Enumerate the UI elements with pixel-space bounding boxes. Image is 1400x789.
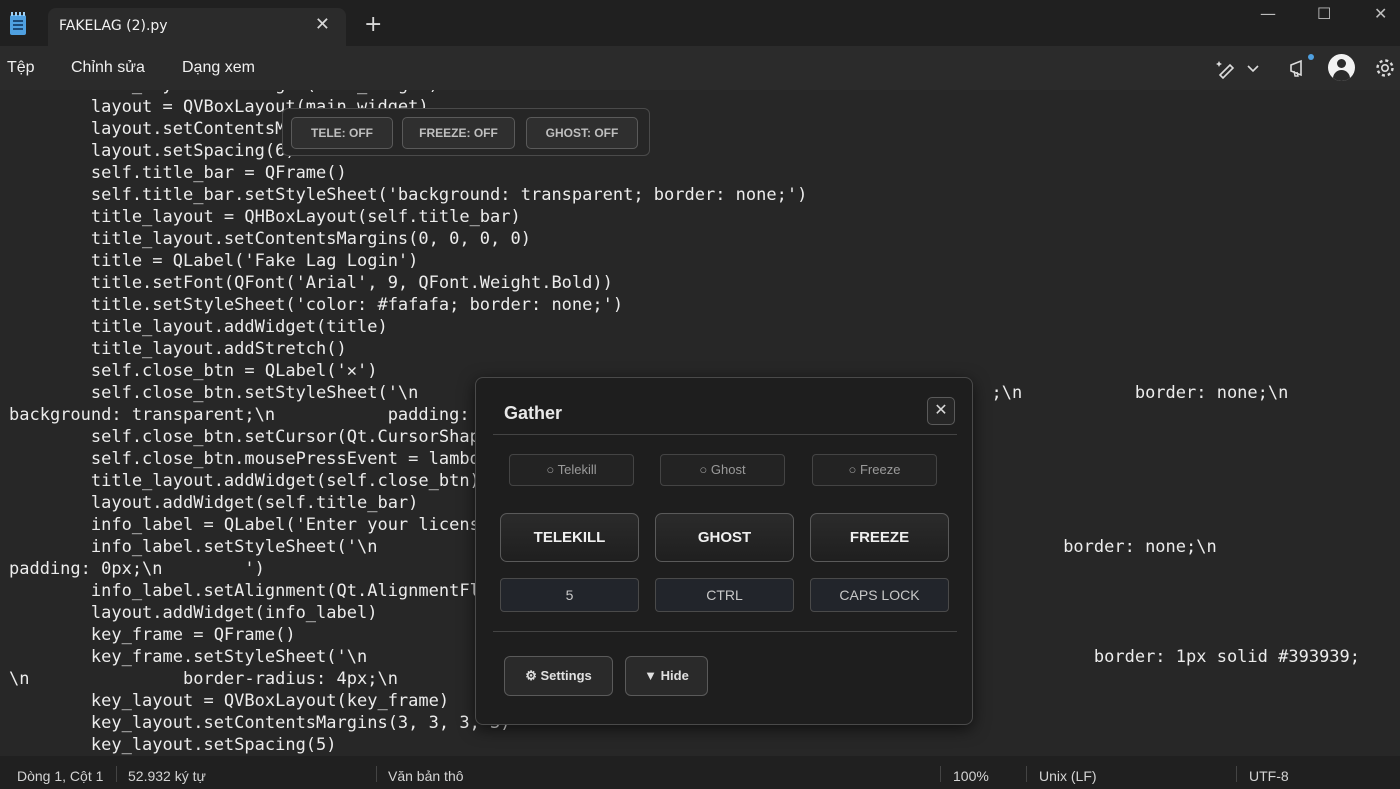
status-zoom[interactable]: 100% [953, 768, 989, 784]
status-toggle-overlay: TELE: OFF FREEZE: OFF GHOST: OFF [282, 108, 650, 156]
gather-title: Gather [504, 403, 563, 423]
status-divider [940, 766, 941, 782]
divider [493, 631, 957, 632]
status-divider [116, 766, 117, 782]
status-line-ending[interactable]: Unix (LF) [1039, 768, 1097, 784]
window-close-icon[interactable]: ✕ [1374, 4, 1387, 24]
code-line: title_layout.addStretch() [9, 339, 347, 359]
menu-bar: Tệp Chỉnh sửa Dạng xem [0, 46, 1400, 90]
minimize-icon[interactable]: — [1260, 4, 1276, 24]
code-line: title.setFont(QFont('Arial', 9, QFont.We… [9, 273, 613, 293]
divider [493, 434, 957, 435]
code-line: self.title_bar.setStyleSheet('background… [9, 185, 808, 205]
status-char-count: 52.932 ký tự [128, 768, 206, 784]
status-encoding[interactable]: UTF-8 [1249, 768, 1289, 784]
hide-button[interactable]: ▼ Hide [625, 656, 708, 696]
code-line: key_layout.setSpacing(5) [9, 735, 337, 755]
megaphone-icon[interactable] [1288, 57, 1310, 79]
maximize-icon[interactable]: ☐ [1317, 4, 1331, 24]
code-line: title_layout.addWidget(title) [9, 317, 388, 337]
avatar[interactable] [1328, 54, 1355, 81]
gather-close-button[interactable]: ✕ [927, 397, 955, 425]
freeze-toggle[interactable]: FREEZE: OFF [402, 117, 515, 149]
notepad-app-icon [10, 12, 26, 35]
code-line: title_layout = QHBoxLayout(self.title_ba… [9, 207, 521, 227]
code-line: layout.setSpacing(6) [9, 141, 296, 161]
settings-button[interactable]: ⚙ Settings [504, 656, 613, 696]
telekill-keybind[interactable]: 5 [500, 578, 639, 612]
freeze-checkbox[interactable]: ○ Freeze [812, 454, 937, 486]
gather-window: Gather ✕ ○ Telekill ○ Ghost ○ Freeze TEL… [475, 377, 973, 725]
freeze-button[interactable]: FREEZE [810, 513, 949, 562]
menu-view[interactable]: Dạng xem [182, 59, 255, 77]
file-tab[interactable]: FAKELAG (2).py ✕ [48, 8, 346, 46]
ghost-button[interactable]: GHOST [655, 513, 794, 562]
code-line: title = QLabel('Fake Lag Login') [9, 251, 419, 271]
menu-file[interactable]: Tệp [7, 59, 35, 77]
code-line: title.setStyleSheet('color: #fafafa; bor… [9, 295, 624, 315]
ghost-toggle[interactable]: GHOST: OFF [526, 117, 638, 149]
ghost-keybind[interactable]: CTRL [655, 578, 794, 612]
menu-edit[interactable]: Chỉnh sửa [71, 59, 145, 77]
telekill-button[interactable]: TELEKILL [500, 513, 639, 562]
status-position[interactable]: Dòng 1, Cột 1 [17, 768, 103, 784]
code-line: layout.setContentsMa [9, 119, 296, 139]
tele-toggle[interactable]: TELE: OFF [291, 117, 393, 149]
code-line: layout = QVBoxLayout(main_widget) [9, 97, 429, 117]
telekill-checkbox[interactable]: ○ Telekill [509, 454, 634, 486]
tab-title: FAKELAG (2).py [59, 18, 168, 34]
chevron-down-icon[interactable] [1246, 61, 1260, 75]
status-file-type: Văn bản thô [388, 768, 464, 784]
notification-badge [1308, 54, 1314, 60]
title-bar: FAKELAG (2).py ✕ + — ☐ ✕ [0, 0, 1400, 46]
code-line: title_layout.setContentsMargins(0, 0, 0,… [9, 229, 531, 249]
status-bar: Dòng 1, Cột 1 52.932 ký tự Văn bản thô 1… [0, 756, 1400, 789]
copilot-pen-icon[interactable] [1216, 57, 1238, 79]
status-divider [1026, 766, 1027, 782]
freeze-keybind[interactable]: CAPS LOCK [810, 578, 949, 612]
new-tab-icon[interactable]: + [364, 14, 382, 36]
status-divider [376, 766, 377, 782]
ghost-checkbox[interactable]: ○ Ghost [660, 454, 785, 486]
gear-icon[interactable] [1374, 57, 1396, 79]
status-divider [1236, 766, 1237, 782]
code-line: self.title_bar = QFrame() [9, 163, 347, 183]
tab-close-icon[interactable]: ✕ [315, 16, 330, 34]
